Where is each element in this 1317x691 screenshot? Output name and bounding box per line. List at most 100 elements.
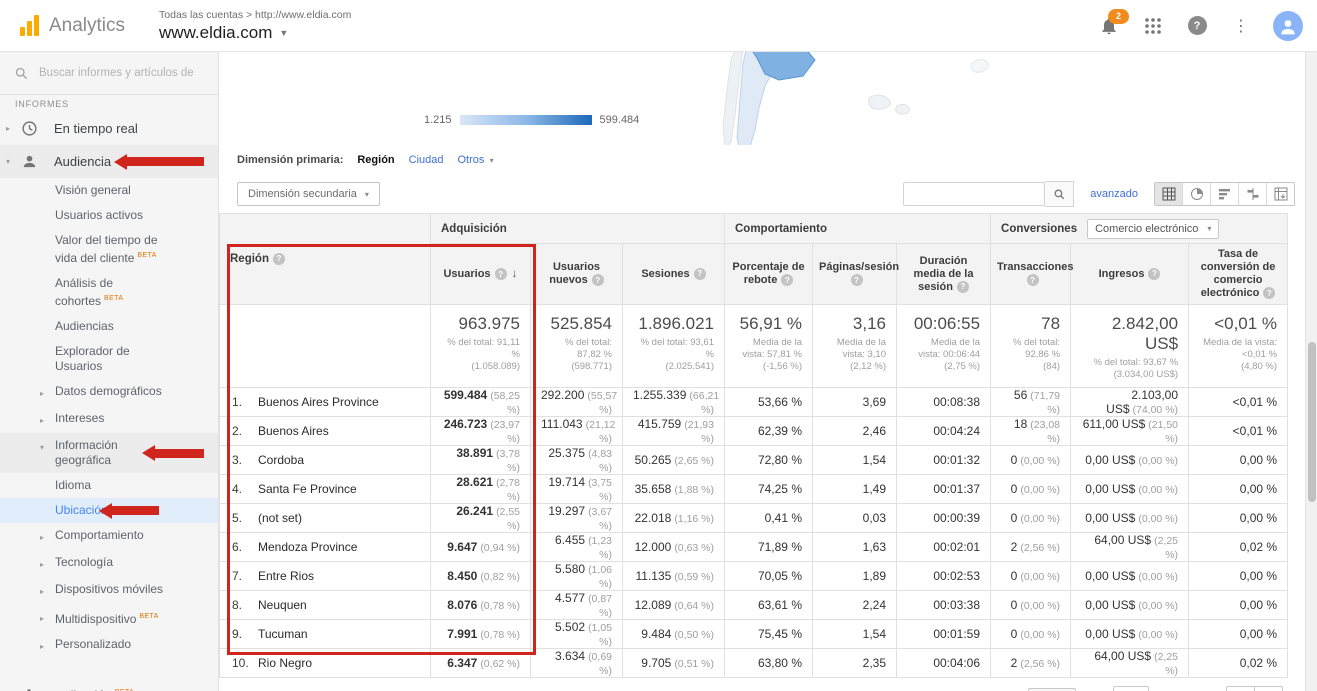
more-options-button[interactable]: ⋮ [1229, 14, 1253, 38]
metric-cell: 0,00 US$(0,00 %) [1071, 620, 1189, 649]
metric-cell: 0(0,00 %) [991, 562, 1071, 591]
metric-cell: 5.502(1,05 %) [531, 620, 623, 649]
ecommerce-selector[interactable]: Comercio electrónico▾ [1087, 219, 1219, 239]
help-icon: ? [273, 253, 285, 265]
chevron-right-icon: ▸ [40, 555, 55, 572]
sidebar-item-usuarios-activos[interactable]: Usuarios activos [0, 203, 218, 228]
column-header-porcentaje-de-rebote[interactable]: Porcentaje de rebote? [725, 244, 813, 305]
column-header-tasa-de-conversion-de-comercio-electronico[interactable]: Tasa de conversión de comercio electróni… [1189, 244, 1288, 305]
app-name: Analytics [49, 15, 125, 37]
totals-cell: 525.854% del total: 87,82 %(598.771) [531, 305, 623, 388]
table-row[interactable]: 10.Rio Negro6.347(0,62 %)3.634(0,69 %)9.… [220, 649, 1288, 678]
metric-cell: 9.705(0,51 %) [623, 649, 725, 678]
sidebar-item-valor-del-tiempo-de-vida-del-cliente[interactable]: Valor del tiempo de vida del clienteBETA [0, 228, 218, 271]
sidebar-item-label: Idioma [55, 478, 91, 493]
notifications-button[interactable]: 2 [1097, 14, 1121, 38]
metric-cell: 8.076(0,78 %) [431, 591, 531, 620]
table-row[interactable]: 9.Tucuman7.991(0,78 %)5.502(1,05 %)9.484… [220, 620, 1288, 649]
chevron-spacer [40, 478, 55, 480]
metric-cell: 2,24 [813, 591, 897, 620]
next-page-button[interactable]: › [1255, 686, 1283, 691]
table-row[interactable]: 4.Santa Fe Province28.621(2,78 %)19.714(… [220, 475, 1288, 504]
view-table-button[interactable] [1155, 183, 1182, 205]
sidebar-search[interactable]: Buscar informes y artículos de [0, 52, 218, 95]
scrollbar-thumb[interactable] [1308, 342, 1316, 502]
table-row[interactable]: 3.Cordoba38.891(3,78 %)25.375(4,83 %)50.… [220, 446, 1288, 475]
primary-dimension-option-region[interactable]: Región [357, 154, 394, 166]
help-icon: ? [1263, 287, 1275, 299]
column-header-paginas-sesion[interactable]: Páginas/sesión? [813, 244, 897, 305]
clock-icon [21, 120, 39, 137]
column-header-duracion-media-de-la-sesion[interactable]: Duración media de la sesión? [897, 244, 991, 305]
sidebar-item-label: Explorador de Usuarios [55, 344, 167, 374]
sidebar-item-comportamiento[interactable]: ▸Comportamiento [0, 523, 218, 550]
table-row[interactable]: 1.Buenos Aires Province599.484(58,25 %)2… [220, 388, 1288, 417]
group-header-comportamiento: Comportamiento [725, 214, 991, 244]
bar-chart-icon [1218, 187, 1232, 201]
chevron-right-icon: ▸ [40, 384, 55, 401]
column-header-usuarios[interactable]: Usuarios?↓ [431, 244, 531, 305]
view-percentage-button[interactable] [1182, 183, 1210, 205]
sidebar-item-analisis-de-cohortes[interactable]: Análisis de cohortesBETA [0, 271, 218, 314]
sidebar-item-label: Tecnología [55, 555, 113, 570]
person-icon [21, 153, 39, 170]
sidebar-item-datos-demograficos[interactable]: ▸Datos demográficos [0, 379, 218, 406]
page-scrollbar[interactable] [1305, 52, 1317, 691]
column-header-region[interactable]: Región? [220, 214, 431, 305]
goto-page-input[interactable] [1113, 686, 1149, 691]
sidebar-item-intereses[interactable]: ▸Intereses [0, 406, 218, 433]
table-row[interactable]: 6.Mendoza Province9.647(0,94 %)6.455(1,2… [220, 533, 1288, 562]
metric-cell: 3,69 [813, 388, 897, 417]
sidebar-item-multidispositivo[interactable]: ▸MultidispositivoBETA [0, 604, 218, 632]
view-pivot-button[interactable] [1266, 183, 1294, 205]
sidebar-item-atribucion[interactable]: AtribuciónBETA [0, 679, 218, 691]
view-comparison-button[interactable] [1238, 183, 1266, 205]
sidebar-item-explorador-de-usuarios[interactable]: Explorador de Usuarios [0, 339, 218, 379]
advanced-link[interactable]: avanzado [1090, 188, 1138, 200]
column-header-sesiones[interactable]: Sesiones? [623, 244, 725, 305]
sidebar-item-personalizado[interactable]: ▸Personalizado [0, 632, 218, 659]
help-button[interactable]: ? [1185, 14, 1209, 38]
table-row[interactable]: 8.Neuquen8.076(0,78 %)4.577(0,87 %)12.08… [220, 591, 1288, 620]
apps-button[interactable] [1141, 14, 1165, 38]
sidebar-item-informacion-geografica[interactable]: ▾Información geográfica [0, 433, 218, 473]
metric-cell: 74,25 % [725, 475, 813, 504]
sidebar-item-ubicacion[interactable]: Ubicación [0, 498, 218, 523]
metric-cell: 1,54 [813, 446, 897, 475]
column-header-ingresos[interactable]: Ingresos? [1071, 244, 1189, 305]
sidebar-item-en-tiempo-real[interactable]: ▸En tiempo real [0, 112, 218, 145]
annotation-arrow [99, 503, 159, 519]
table-row[interactable]: 7.Entre Rios8.450(0,82 %)5.580(1,06 %)11… [220, 562, 1288, 591]
chevron-spacer [40, 319, 55, 321]
secondary-dimension-button[interactable]: Dimensión secundaria ▾ [237, 182, 380, 206]
view-performance-button[interactable] [1210, 183, 1238, 205]
help-icon: ? [851, 274, 863, 286]
metric-cell: 00:00:39 [897, 504, 991, 533]
property-selector[interactable]: www.eldia.com ▼ [159, 23, 351, 43]
sidebar-item-audiencias[interactable]: Audiencias [0, 314, 218, 339]
argentina-map-image [619, 52, 1039, 145]
table-row[interactable]: 2.Buenos Aires246.723(23,97 %)111.043(21… [220, 417, 1288, 446]
column-header-usuarios-nuevos[interactable]: Usuarios nuevos? [531, 244, 623, 305]
metric-cell: 62,39 % [725, 417, 813, 446]
totals-cell: 1.896.021% del total: 93,61 %(2.025.541) [623, 305, 725, 388]
sidebar-item-label: Visión general [55, 183, 131, 198]
sidebar-item-audiencia[interactable]: ▾Audiencia [0, 145, 218, 178]
table-row[interactable]: 5.(not set)26.241(2,55 %)19.297(3,67 %)2… [220, 504, 1288, 533]
previous-page-button[interactable]: ‹ [1226, 686, 1255, 691]
table-search-input[interactable] [903, 182, 1045, 206]
column-header-transacciones[interactable]: Transacciones? [991, 244, 1071, 305]
sidebar-item-dispositivos-moviles[interactable]: ▸Dispositivos móviles [0, 577, 218, 604]
metric-cell: 0,02 % [1189, 649, 1288, 678]
sidebar-item-vision-general[interactable]: Visión general [0, 178, 218, 203]
help-icon: ? [694, 268, 706, 280]
metric-cell: 70,05 % [725, 562, 813, 591]
reports-section-label: INFORMES [0, 95, 218, 112]
sidebar-item-idioma[interactable]: Idioma [0, 473, 218, 498]
primary-dimension-option-ciudad[interactable]: Ciudad [409, 154, 444, 166]
table-search-button[interactable] [1045, 181, 1074, 207]
primary-dimension-option-otros[interactable]: Otros ▾ [458, 154, 494, 166]
avatar[interactable] [1273, 11, 1303, 41]
metric-cell: 0,00 US$(0,00 %) [1071, 475, 1189, 504]
sidebar-item-tecnologia[interactable]: ▸Tecnología [0, 550, 218, 577]
